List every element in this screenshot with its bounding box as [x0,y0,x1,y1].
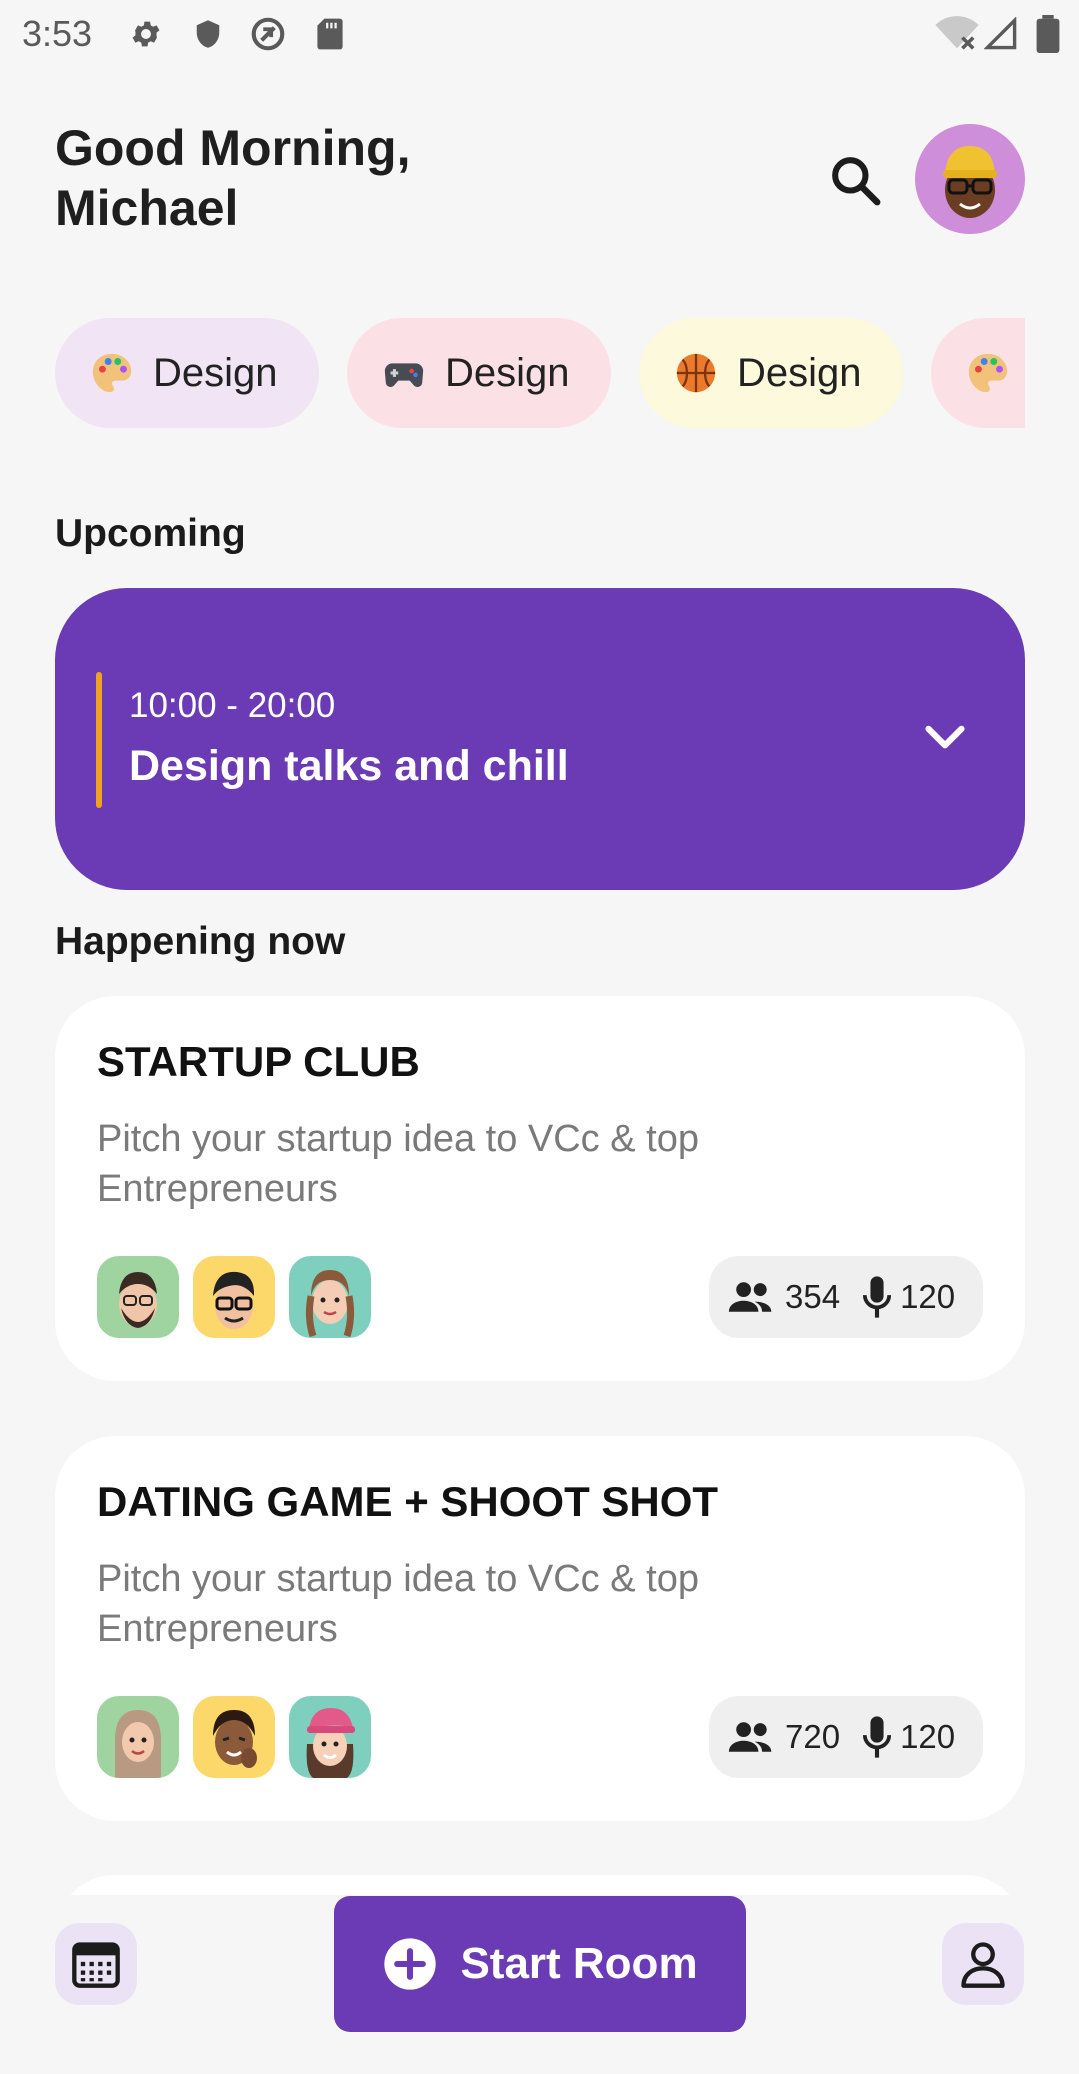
upcoming-time: 10:00 - 20:00 [129,686,336,725]
person-icon [961,1942,1005,1988]
profile-avatar[interactable] [915,124,1025,234]
memoji-avatar-icon [115,1710,161,1778]
speaker-avatar [193,1256,275,1338]
speakers-count: 120 [900,1278,956,1315]
upcoming-card[interactable]: 10:00 - 20:00 Design talks and chill [55,588,1025,890]
upcoming-event-title: Design talks and chill [129,742,569,790]
gamepad-icon [384,363,424,387]
speaker-avatar [289,1256,371,1338]
microphone-icon [863,1716,892,1758]
greeting-title: Good Morning, Michael [55,118,410,238]
category-chips: Design Design Design [55,318,1025,430]
search-button[interactable] [820,145,890,215]
category-chip[interactable]: Design [347,318,611,428]
speakers-count: 120 [900,1718,956,1755]
palette-icon [968,353,1008,393]
memoji-avatar-icon [119,1272,157,1328]
listeners-icon [728,1282,772,1312]
memoji-avatar-icon [306,1708,355,1778]
profile-button[interactable] [942,1923,1024,2005]
calendar-icon [72,1942,120,1988]
speaker-avatar [97,1256,179,1338]
room-title: STARTUP CLUB [97,1038,420,1085]
room-card[interactable]: STARTUP CLUB Pitch your startup idea to … [55,996,1025,1381]
palette-icon [92,353,132,393]
room-stats: 354 120 [709,1256,983,1338]
listeners-icon [728,1722,772,1752]
status-time: 3:53 [22,13,93,54]
microphone-icon [863,1276,892,1318]
happening-heading: Happening now [55,920,346,963]
chevron-down-icon [925,725,965,749]
memoji-avatar-icon [943,146,997,218]
chip-label: Design [445,350,570,395]
plus-circle-icon [384,1938,437,1990]
speaker-avatar [193,1696,275,1778]
room-stats: 720 120 [709,1696,983,1778]
greeting-line-2: Michael [55,180,239,236]
room-title: DATING GAME + SHOOT SHOT [97,1478,719,1525]
listeners-count: 354 [785,1278,841,1315]
start-room-label: Start Room [460,1939,698,1988]
expand-button[interactable] [915,713,975,763]
calendar-button[interactable] [55,1923,137,2005]
upcoming-heading: Upcoming [55,512,246,555]
start-room-button[interactable]: Start Room [334,1896,746,2032]
upcoming-accent-bar [96,672,102,808]
memoji-avatar-icon [213,1271,255,1329]
speaker-avatar [289,1696,371,1778]
category-chip[interactable] [931,318,1025,428]
category-chip[interactable]: Design [55,318,319,428]
speaker-avatar [97,1696,179,1778]
memoji-avatar-icon [305,1270,355,1338]
room-card[interactable]: DATING GAME + SHOOT SHOT Pitch your star… [55,1436,1025,1821]
sd-card-icon [310,14,350,54]
chip-label: Design [737,350,862,395]
greeting-line-1: Good Morning, [55,120,411,176]
room-description: Pitch your startup idea to VCc & top Ent… [97,1118,699,1210]
basketball-icon [676,353,716,393]
room-description: Pitch your startup idea to VCc & top Ent… [97,1558,699,1650]
listeners-count: 720 [785,1718,841,1755]
signal-icon [982,14,1020,54]
no-sync-icon [246,14,290,54]
chip-label: Design [153,350,278,395]
shield-icon [188,14,228,54]
memoji-avatar-icon [213,1710,257,1768]
search-icon [832,157,881,206]
wifi-off-icon [934,14,980,54]
category-chip[interactable]: Design [639,318,903,428]
settings-icon [126,14,166,54]
battery-icon [1030,14,1066,54]
